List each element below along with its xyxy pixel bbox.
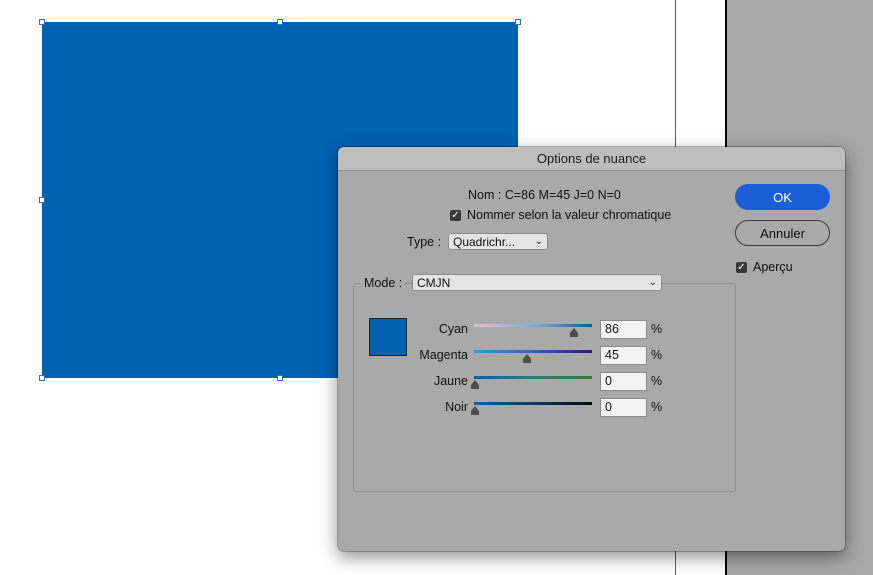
preview-checkbox[interactable]: ✓ — [736, 261, 747, 273]
resize-handle-top-left[interactable] — [39, 19, 45, 25]
cyan-slider-track[interactable] — [474, 324, 592, 327]
jaune-unit: % — [651, 374, 663, 388]
name-label: Nom : — [468, 188, 502, 202]
jaune-slider-track[interactable] — [474, 376, 592, 379]
cyan-label: Cyan — [438, 322, 468, 336]
mode-select[interactable]: CMJN ⌄ — [412, 274, 662, 291]
noir-unit: % — [651, 400, 663, 414]
preview-label: Aperçu — [753, 260, 793, 274]
noir-input[interactable]: 0 — [600, 398, 647, 417]
resize-handle-bottom-left[interactable] — [39, 375, 45, 381]
resize-handle-top-right[interactable] — [515, 19, 521, 25]
resize-handle-top[interactable] — [277, 19, 283, 25]
ok-button[interactable]: OK — [735, 184, 830, 210]
name-by-value-row[interactable]: ✓ Nommer selon la valeur chromatique — [450, 208, 671, 222]
noir-slider-thumb-body[interactable] — [471, 411, 479, 415]
noir-label: Noir — [445, 400, 468, 414]
magenta-input[interactable]: 45 — [600, 346, 647, 365]
cyan-slider-thumb-body[interactable] — [570, 333, 578, 337]
dialog-title: Options de nuance — [338, 147, 845, 171]
type-label: Type : — [407, 235, 442, 249]
type-select-value: Quadrichr... — [453, 234, 516, 249]
name-value: C=86 M=45 J=0 N=0 — [504, 188, 621, 202]
name-by-value-label: Nommer selon la valeur chromatique — [467, 208, 672, 222]
magenta-slider-thumb-body[interactable] — [523, 359, 531, 363]
cyan-input[interactable]: 86 — [600, 320, 647, 339]
type-select[interactable]: Quadrichr... ⌄ — [448, 233, 548, 250]
jaune-input[interactable]: 0 — [600, 372, 647, 391]
swatch-options-dialog: Options de nuance Nom : C=86 M=45 J=0 N=… — [338, 147, 845, 551]
jaune-label: Jaune — [433, 374, 468, 388]
noir-slider-track[interactable] — [474, 402, 592, 405]
name-row: Nom : C=86 M=45 J=0 N=0 — [468, 188, 621, 202]
resize-handle-bottom[interactable] — [277, 375, 283, 381]
chevron-down-icon: ⌄ — [648, 277, 657, 288]
preview-row[interactable]: ✓ Aperçu — [736, 260, 793, 274]
mode-select-value: CMJN — [417, 275, 451, 290]
magenta-label: Magenta — [419, 348, 468, 362]
magenta-unit: % — [651, 348, 663, 362]
jaune-slider-thumb-body[interactable] — [471, 385, 479, 389]
cyan-unit: % — [651, 322, 663, 336]
magenta-slider-track[interactable] — [474, 350, 592, 353]
resize-handle-left[interactable] — [39, 197, 45, 203]
chevron-down-icon: ⌄ — [534, 236, 543, 247]
mode-label: Mode : — [361, 276, 406, 290]
name-by-value-checkbox[interactable]: ✓ — [450, 209, 461, 221]
cancel-button[interactable]: Annuler — [735, 220, 830, 246]
